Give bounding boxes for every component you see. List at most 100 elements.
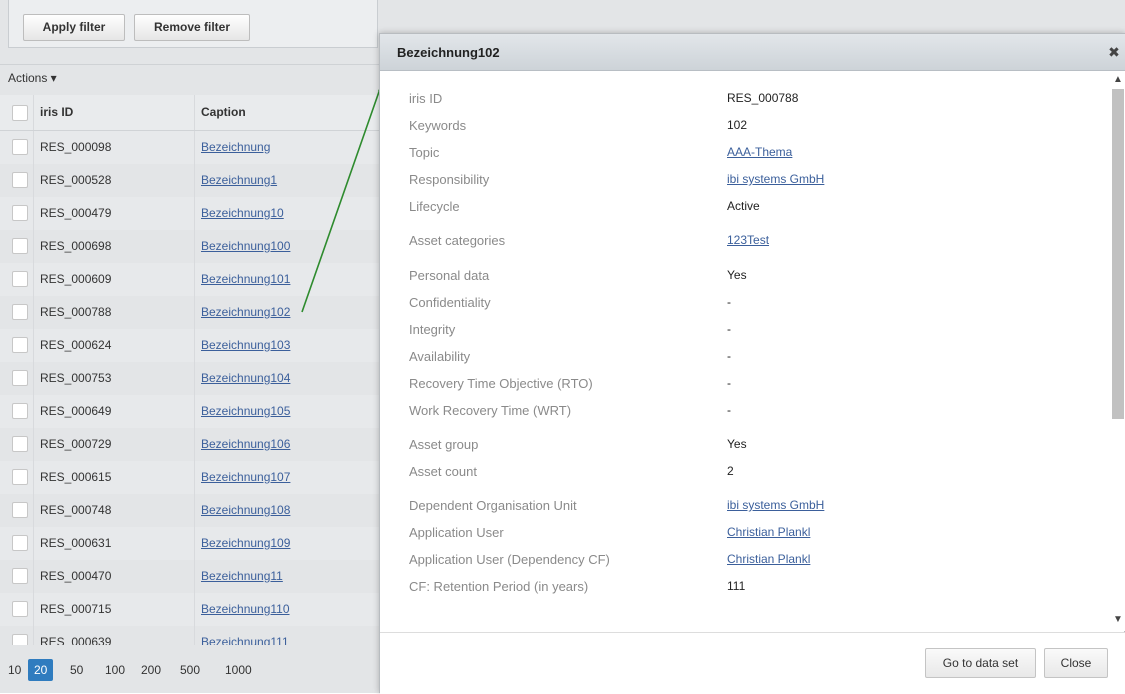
property-label: Availability xyxy=(409,349,471,364)
property-value: - xyxy=(727,376,731,390)
property-label: Asset group xyxy=(409,437,479,452)
page-size-option[interactable]: 1000 xyxy=(225,659,252,681)
cell-iris-id: RES_000615 xyxy=(40,470,112,484)
cell-iris-id: RES_000753 xyxy=(40,371,112,385)
property-label: Confidentiality xyxy=(409,295,491,310)
table-row[interactable]: RES_000479 Bezeichnung10 xyxy=(0,197,380,230)
property-label: Application User (Dependency CF) xyxy=(409,552,610,567)
property-label: Asset categories xyxy=(409,233,506,248)
table-row[interactable]: RES_000624 Bezeichnung103 xyxy=(0,329,380,362)
remove-filter-button[interactable]: Remove filter xyxy=(134,14,250,41)
cell-caption-link[interactable]: Bezeichnung101 xyxy=(201,272,290,286)
table-row[interactable]: RES_000753 Bezeichnung104 xyxy=(0,362,380,395)
table-row[interactable]: RES_000649 Bezeichnung105 xyxy=(0,395,380,428)
property-label: Asset count xyxy=(409,464,477,479)
dialog-scrollbar[interactable]: ▲ ▼ xyxy=(1110,71,1125,631)
cell-caption-link[interactable]: Bezeichnung108 xyxy=(201,503,290,517)
property-value: 2 xyxy=(727,464,734,478)
dialog-header: Bezeichnung102 ✖ xyxy=(380,34,1125,71)
row-checkbox[interactable] xyxy=(12,601,28,617)
row-checkbox[interactable] xyxy=(12,568,28,584)
row-checkbox[interactable] xyxy=(12,370,28,386)
property-value-link[interactable]: Christian Plankl xyxy=(727,552,810,566)
property-value: Active xyxy=(727,199,760,213)
cell-caption-link[interactable]: Bezeichnung110 xyxy=(201,602,290,616)
dialog-footer: Go to data set Close xyxy=(380,632,1125,694)
row-checkbox[interactable] xyxy=(12,205,28,221)
go-to-data-set-button[interactable]: Go to data set xyxy=(925,648,1036,678)
property-value-link[interactable]: AAA-Thema xyxy=(727,145,792,159)
select-all-checkbox[interactable] xyxy=(12,105,28,121)
row-checkbox[interactable] xyxy=(12,502,28,518)
table-row[interactable]: RES_000698 Bezeichnung100 xyxy=(0,230,380,263)
cell-caption-link[interactable]: Bezeichnung1 xyxy=(201,173,277,187)
row-checkbox[interactable] xyxy=(12,238,28,254)
dialog-body: iris ID RES_000788 Keywords 102 Topic AAA-The… xyxy=(380,71,1125,631)
table-row[interactable]: RES_000748 Bezeichnung108 xyxy=(0,494,380,527)
page-size-option[interactable]: 20 xyxy=(28,659,54,681)
page-size-option[interactable]: 100 xyxy=(105,659,125,681)
table-row[interactable]: RES_000470 Bezeichnung11 xyxy=(0,560,380,593)
cell-iris-id: RES_000748 xyxy=(40,503,112,517)
row-checkbox[interactable] xyxy=(12,403,28,419)
cell-caption-link[interactable]: Bezeichnung109 xyxy=(201,536,290,550)
row-checkbox[interactable] xyxy=(12,337,28,353)
property-label: Lifecycle xyxy=(409,199,460,214)
cell-caption-link[interactable]: Bezeichnung100 xyxy=(201,239,290,253)
property-label: Application User xyxy=(409,525,504,540)
apply-filter-button[interactable]: Apply filter xyxy=(23,14,125,41)
property-value: 102 xyxy=(727,118,748,132)
cell-caption-link[interactable]: Bezeichnung105 xyxy=(201,404,290,418)
cell-caption-link[interactable]: Bezeichnung11 xyxy=(201,569,283,583)
cell-caption-link[interactable]: Bezeichnung104 xyxy=(201,371,290,385)
actions-dropdown[interactable]: Actions ▾ xyxy=(8,71,57,85)
close-button[interactable]: Close xyxy=(1044,648,1108,678)
scroll-up-icon[interactable]: ▲ xyxy=(1110,73,1125,87)
property-label: Integrity xyxy=(409,322,456,337)
table-row[interactable]: RES_000615 Bezeichnung107 xyxy=(0,461,380,494)
cell-iris-id: RES_000715 xyxy=(40,602,112,616)
row-checkbox[interactable] xyxy=(12,271,28,287)
property-label: Responsibility xyxy=(409,172,490,187)
table-row[interactable]: RES_000631 Bezeichnung109 xyxy=(0,527,380,560)
property-value: - xyxy=(727,403,731,417)
page-size-option[interactable]: 200 xyxy=(141,659,161,681)
cell-caption-link[interactable]: Bezeichnung102 xyxy=(201,305,290,319)
page-size-option[interactable]: 10 xyxy=(8,659,21,681)
page-size-option[interactable]: 500 xyxy=(180,659,200,681)
property-label: Dependent Organisation Unit xyxy=(409,498,577,513)
cell-caption-link[interactable]: Bezeichnung xyxy=(201,140,270,154)
filter-bar: Apply filter Remove filter xyxy=(8,0,378,48)
table-row[interactable]: RES_000609 Bezeichnung101 xyxy=(0,263,380,296)
cell-caption-link[interactable]: Bezeichnung107 xyxy=(201,470,290,484)
row-checkbox[interactable] xyxy=(12,469,28,485)
property-value-link[interactable]: ibi systems GmbH xyxy=(727,498,824,512)
column-header-caption[interactable]: Caption xyxy=(201,105,246,119)
column-header-iris-id[interactable]: iris ID xyxy=(40,105,73,119)
property-value-link[interactable]: Christian Plankl xyxy=(727,525,810,539)
table-row[interactable]: RES_000528 Bezeichnung1 xyxy=(0,164,380,197)
row-checkbox[interactable] xyxy=(12,535,28,551)
property-value: - xyxy=(727,295,731,309)
row-checkbox[interactable] xyxy=(12,172,28,188)
scroll-thumb[interactable] xyxy=(1112,89,1124,419)
cell-caption-link[interactable]: Bezeichnung103 xyxy=(201,338,290,352)
row-checkbox[interactable] xyxy=(12,139,28,155)
property-value: - xyxy=(727,322,731,336)
table-row[interactable]: RES_000729 Bezeichnung106 xyxy=(0,428,380,461)
property-label: Recovery Time Objective (RTO) xyxy=(409,376,593,391)
cell-iris-id: RES_000729 xyxy=(40,437,112,451)
row-checkbox[interactable] xyxy=(12,304,28,320)
table-row[interactable]: RES_000715 Bezeichnung110 xyxy=(0,593,380,626)
cell-caption-link[interactable]: Bezeichnung10 xyxy=(201,206,284,220)
cell-iris-id: RES_000609 xyxy=(40,272,112,286)
scroll-down-icon[interactable]: ▼ xyxy=(1110,613,1125,627)
property-value-link[interactable]: 123Test xyxy=(727,233,769,247)
property-value-link[interactable]: ibi systems GmbH xyxy=(727,172,824,186)
page-size-option[interactable]: 50 xyxy=(70,659,83,681)
row-checkbox[interactable] xyxy=(12,436,28,452)
cell-caption-link[interactable]: Bezeichnung106 xyxy=(201,437,290,451)
table-row[interactable]: RES_000098 Bezeichnung xyxy=(0,131,380,164)
close-icon[interactable]: ✖ xyxy=(1106,44,1122,60)
table-row[interactable]: RES_000788 Bezeichnung102 xyxy=(0,296,380,329)
